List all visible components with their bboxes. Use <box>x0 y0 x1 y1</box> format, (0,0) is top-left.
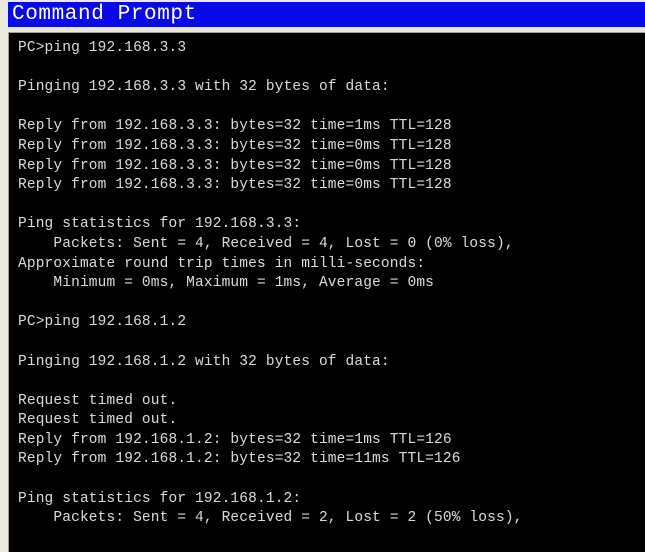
console-line: Pinging 192.168.1.2 with 32 bytes of dat… <box>18 353 390 370</box>
console-line: Reply from 192.168.1.2: bytes=32 time=1m… <box>18 431 452 448</box>
console-line: Reply from 192.168.3.3: bytes=32 time=0m… <box>18 177 452 194</box>
command-prompt-window: Command Prompt PC>ping 192.168.3.3 Pingi… <box>0 0 645 552</box>
console-line: Packets: Sent = 4, Received = 4, Lost = … <box>18 235 514 252</box>
console-line: Reply from 192.168.3.3: bytes=32 time=0m… <box>18 157 452 174</box>
console-line: Request timed out. <box>18 392 178 409</box>
console-line: PC>ping 192.168.3.3 <box>18 40 187 56</box>
console-line: Reply from 192.168.3.3: bytes=32 time=0m… <box>18 137 452 154</box>
console-line: Ping statistics for 192.168.3.3: <box>18 216 302 233</box>
console-line: Reply from 192.168.3.3: bytes=32 time=1m… <box>18 118 452 135</box>
console-line: Approximate round trip times in milli-se… <box>18 255 426 272</box>
console-line: Request timed out. <box>18 412 178 429</box>
console-line: Minimum = 0ms, Maximum = 1ms, Average = … <box>18 275 435 292</box>
console-line: Reply from 192.168.1.2: bytes=32 time=11… <box>18 451 461 468</box>
window-title-bar[interactable]: Command Prompt <box>8 2 645 27</box>
console-line: Ping statistics for 192.168.1.2: <box>18 490 302 507</box>
console-text-buffer: PC>ping 192.168.3.3 Pinging 192.168.3.3 … <box>18 39 645 529</box>
console-line: PC>ping 192.168.1.2 <box>18 314 187 331</box>
console-line: Packets: Sent = 4, Received = 2, Lost = … <box>18 510 523 527</box>
window-title: Command Prompt <box>12 3 197 26</box>
console-line: Pinging 192.168.3.3 with 32 bytes of dat… <box>18 79 390 96</box>
console-output-area[interactable]: PC>ping 192.168.3.3 Pinging 192.168.3.3 … <box>8 32 645 552</box>
